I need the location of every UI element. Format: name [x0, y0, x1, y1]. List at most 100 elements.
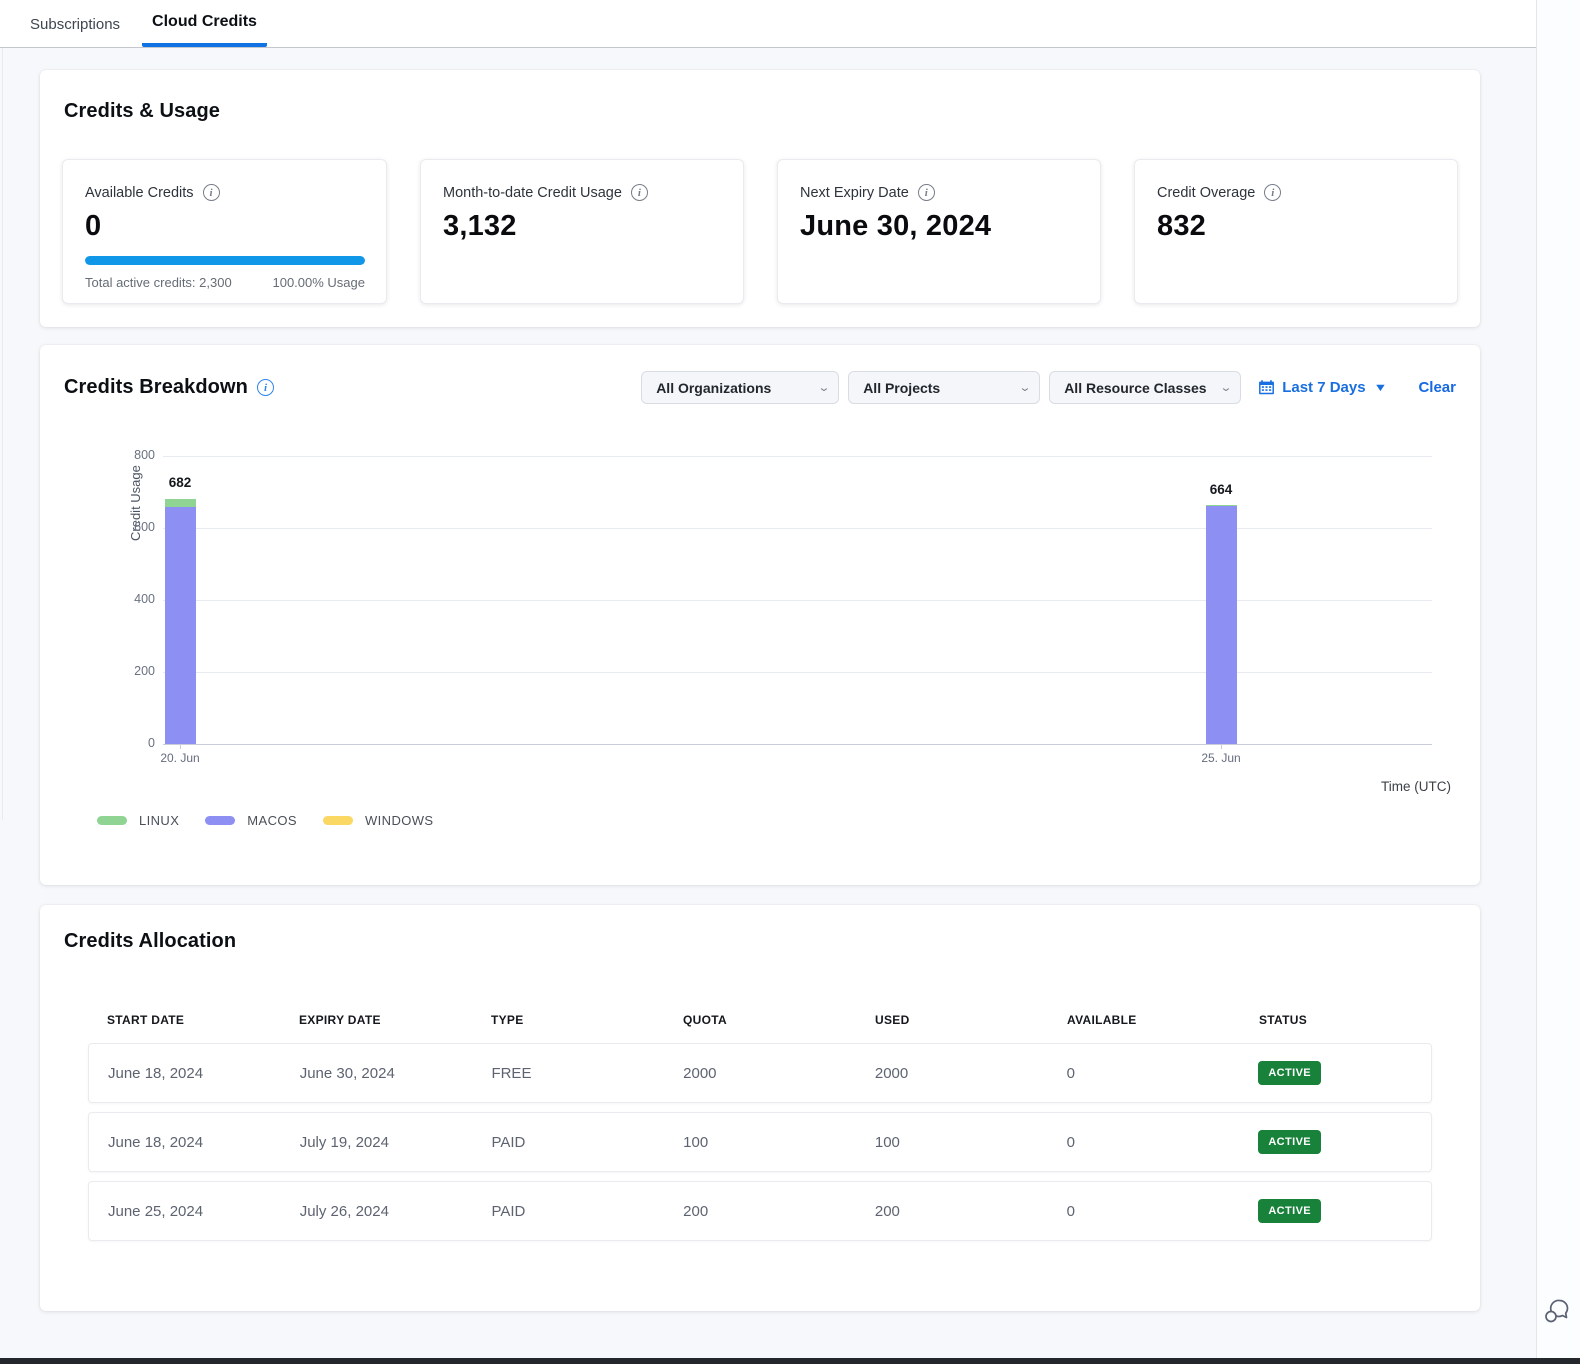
bar-segment-linux[interactable] — [165, 499, 196, 508]
cell-quota: 100 — [664, 1134, 856, 1151]
gridline-400 — [163, 600, 1432, 601]
clear-filters-button[interactable]: Clear — [1418, 379, 1456, 396]
mtd-usage-card: Month-to-date Credit Usage i 3,132 — [420, 159, 744, 304]
credits-allocation-table: START DATE EXPIRY DATE TYPE QUOTA USED A… — [88, 1013, 1432, 1241]
axis-tick — [180, 744, 181, 749]
credit-overage-label: Credit Overage — [1157, 185, 1255, 201]
credits-breakdown-title: Credits Breakdown — [64, 376, 248, 399]
credit-overage-card: Credit Overage i 832 — [1134, 159, 1458, 304]
organizations-select-value: All Organizations — [656, 380, 771, 396]
chevron-down-icon: ⌄ — [1002, 381, 1032, 394]
info-icon[interactable]: i — [203, 184, 220, 201]
bar-segment-macos[interactable] — [165, 507, 196, 744]
status-badge: ACTIVE — [1258, 1199, 1321, 1223]
chat-bubbles-icon — [1542, 1297, 1572, 1325]
cell-expiry-date: July 26, 2024 — [281, 1203, 473, 1220]
y-tick-label: 200 — [115, 664, 155, 678]
gridline-800 — [163, 456, 1432, 457]
gridline-0 — [163, 744, 1432, 745]
chat-support-button[interactable] — [1542, 1297, 1572, 1325]
credits-bar-chart: 020040060080068220. Jun66425. Jun — [163, 456, 1432, 744]
info-icon[interactable]: i — [918, 184, 935, 201]
tab-subscriptions[interactable]: Subscriptions — [22, 16, 128, 47]
credits-breakdown-section: Credits Breakdown i All Organizations ⌄ … — [40, 345, 1480, 885]
col-used: USED — [856, 1013, 1048, 1027]
axis-tick — [1221, 744, 1222, 749]
credits-allocation-section: Credits Allocation START DATE EXPIRY DAT… — [40, 905, 1480, 1311]
next-expiry-value: June 30, 2024 — [800, 210, 1078, 243]
legend-item-macos[interactable]: MACOS — [205, 813, 297, 828]
legend-item-windows[interactable]: WINDOWS — [323, 813, 434, 828]
chart-legend: LINUX MACOS WINDOWS — [97, 813, 433, 828]
gridline-600 — [163, 528, 1432, 529]
legend-label-linux: LINUX — [139, 813, 179, 828]
total-active-credits-text: Total active credits: 2,300 — [85, 275, 232, 290]
calendar-icon — [1258, 379, 1275, 396]
cell-used: 2000 — [856, 1065, 1048, 1082]
bar-total-label: 664 — [1191, 482, 1251, 497]
cell-type: PAID — [472, 1203, 664, 1220]
credits-progress-track — [85, 256, 365, 265]
organizations-select[interactable]: All Organizations ⌄ — [641, 371, 839, 404]
x-tick-label: 25. Jun — [1181, 751, 1261, 765]
gridline-200 — [163, 672, 1432, 673]
projects-select-value: All Projects — [863, 380, 940, 396]
cell-start-date: June 18, 2024 — [89, 1065, 281, 1082]
cell-available: 0 — [1048, 1065, 1240, 1082]
col-status: STATUS — [1240, 1013, 1432, 1027]
cell-available: 0 — [1048, 1134, 1240, 1151]
cell-quota: 2000 — [664, 1065, 856, 1082]
cell-quota: 200 — [664, 1203, 856, 1220]
table-row[interactable]: June 18, 2024 July 19, 2024 PAID 100 100… — [88, 1112, 1432, 1172]
table-row[interactable]: June 18, 2024 June 30, 2024 FREE 2000 20… — [88, 1043, 1432, 1103]
chevron-down-icon: ⌄ — [801, 381, 831, 394]
info-icon[interactable]: i — [1264, 184, 1281, 201]
next-expiry-label: Next Expiry Date — [800, 185, 909, 201]
y-tick-label: 600 — [115, 520, 155, 534]
projects-select[interactable]: All Projects ⌄ — [848, 371, 1040, 404]
table-row[interactable]: June 25, 2024 July 26, 2024 PAID 200 200… — [88, 1181, 1432, 1241]
cell-expiry-date: June 30, 2024 — [281, 1065, 473, 1082]
mtd-usage-value: 3,132 — [443, 210, 721, 243]
usage-percent-text: 100.00% Usage — [272, 275, 365, 290]
cell-available: 0 — [1048, 1203, 1240, 1220]
available-credits-value: 0 — [85, 210, 364, 243]
breakdown-filters: All Organizations ⌄ All Projects ⌄ All R… — [641, 371, 1456, 404]
cell-used: 100 — [856, 1134, 1048, 1151]
date-range-picker[interactable]: Last 7 Days ▼ — [1258, 379, 1385, 396]
tab-cloud-credits[interactable]: Cloud Credits — [142, 13, 267, 47]
chart-y-axis-label: Credit Usage — [128, 455, 143, 551]
tab-bar: Subscriptions Cloud Credits — [0, 0, 1536, 48]
resource-classes-select-value: All Resource Classes — [1064, 380, 1206, 396]
y-tick-label: 0 — [115, 736, 155, 750]
table-header-row: START DATE EXPIRY DATE TYPE QUOTA USED A… — [88, 1013, 1432, 1043]
bottom-edge-bar — [0, 1358, 1580, 1364]
linux-color-swatch — [97, 816, 127, 825]
available-credits-label: Available Credits — [85, 185, 194, 201]
next-expiry-card: Next Expiry Date i June 30, 2024 — [777, 159, 1101, 304]
status-badge: ACTIVE — [1258, 1061, 1321, 1085]
info-icon[interactable]: i — [257, 379, 274, 396]
y-tick-label: 400 — [115, 592, 155, 606]
bar-segment-macos[interactable] — [1206, 506, 1237, 744]
cell-expiry-date: July 19, 2024 — [281, 1134, 473, 1151]
legend-label-windows: WINDOWS — [365, 813, 434, 828]
cell-used: 200 — [856, 1203, 1048, 1220]
col-type: TYPE — [472, 1013, 664, 1027]
bar-segment-linux[interactable] — [1206, 505, 1237, 506]
content-left-divider — [2, 48, 3, 820]
chart-x-axis-label: Time (UTC) — [1381, 779, 1451, 794]
credits-usage-title: Credits & Usage — [64, 100, 1458, 123]
cell-type: FREE — [472, 1065, 664, 1082]
resource-classes-select[interactable]: All Resource Classes ⌄ — [1049, 371, 1241, 404]
bar-total-label: 682 — [150, 475, 210, 490]
legend-item-linux[interactable]: LINUX — [97, 813, 179, 828]
date-range-value: Last 7 Days — [1282, 379, 1365, 396]
col-start-date: START DATE — [88, 1013, 280, 1027]
macos-color-swatch — [205, 816, 235, 825]
credits-progress-fill — [85, 256, 365, 265]
mtd-usage-label: Month-to-date Credit Usage — [443, 185, 622, 201]
info-icon[interactable]: i — [631, 184, 648, 201]
right-gutter — [1536, 0, 1580, 1358]
credit-overage-value: 832 — [1157, 210, 1435, 243]
